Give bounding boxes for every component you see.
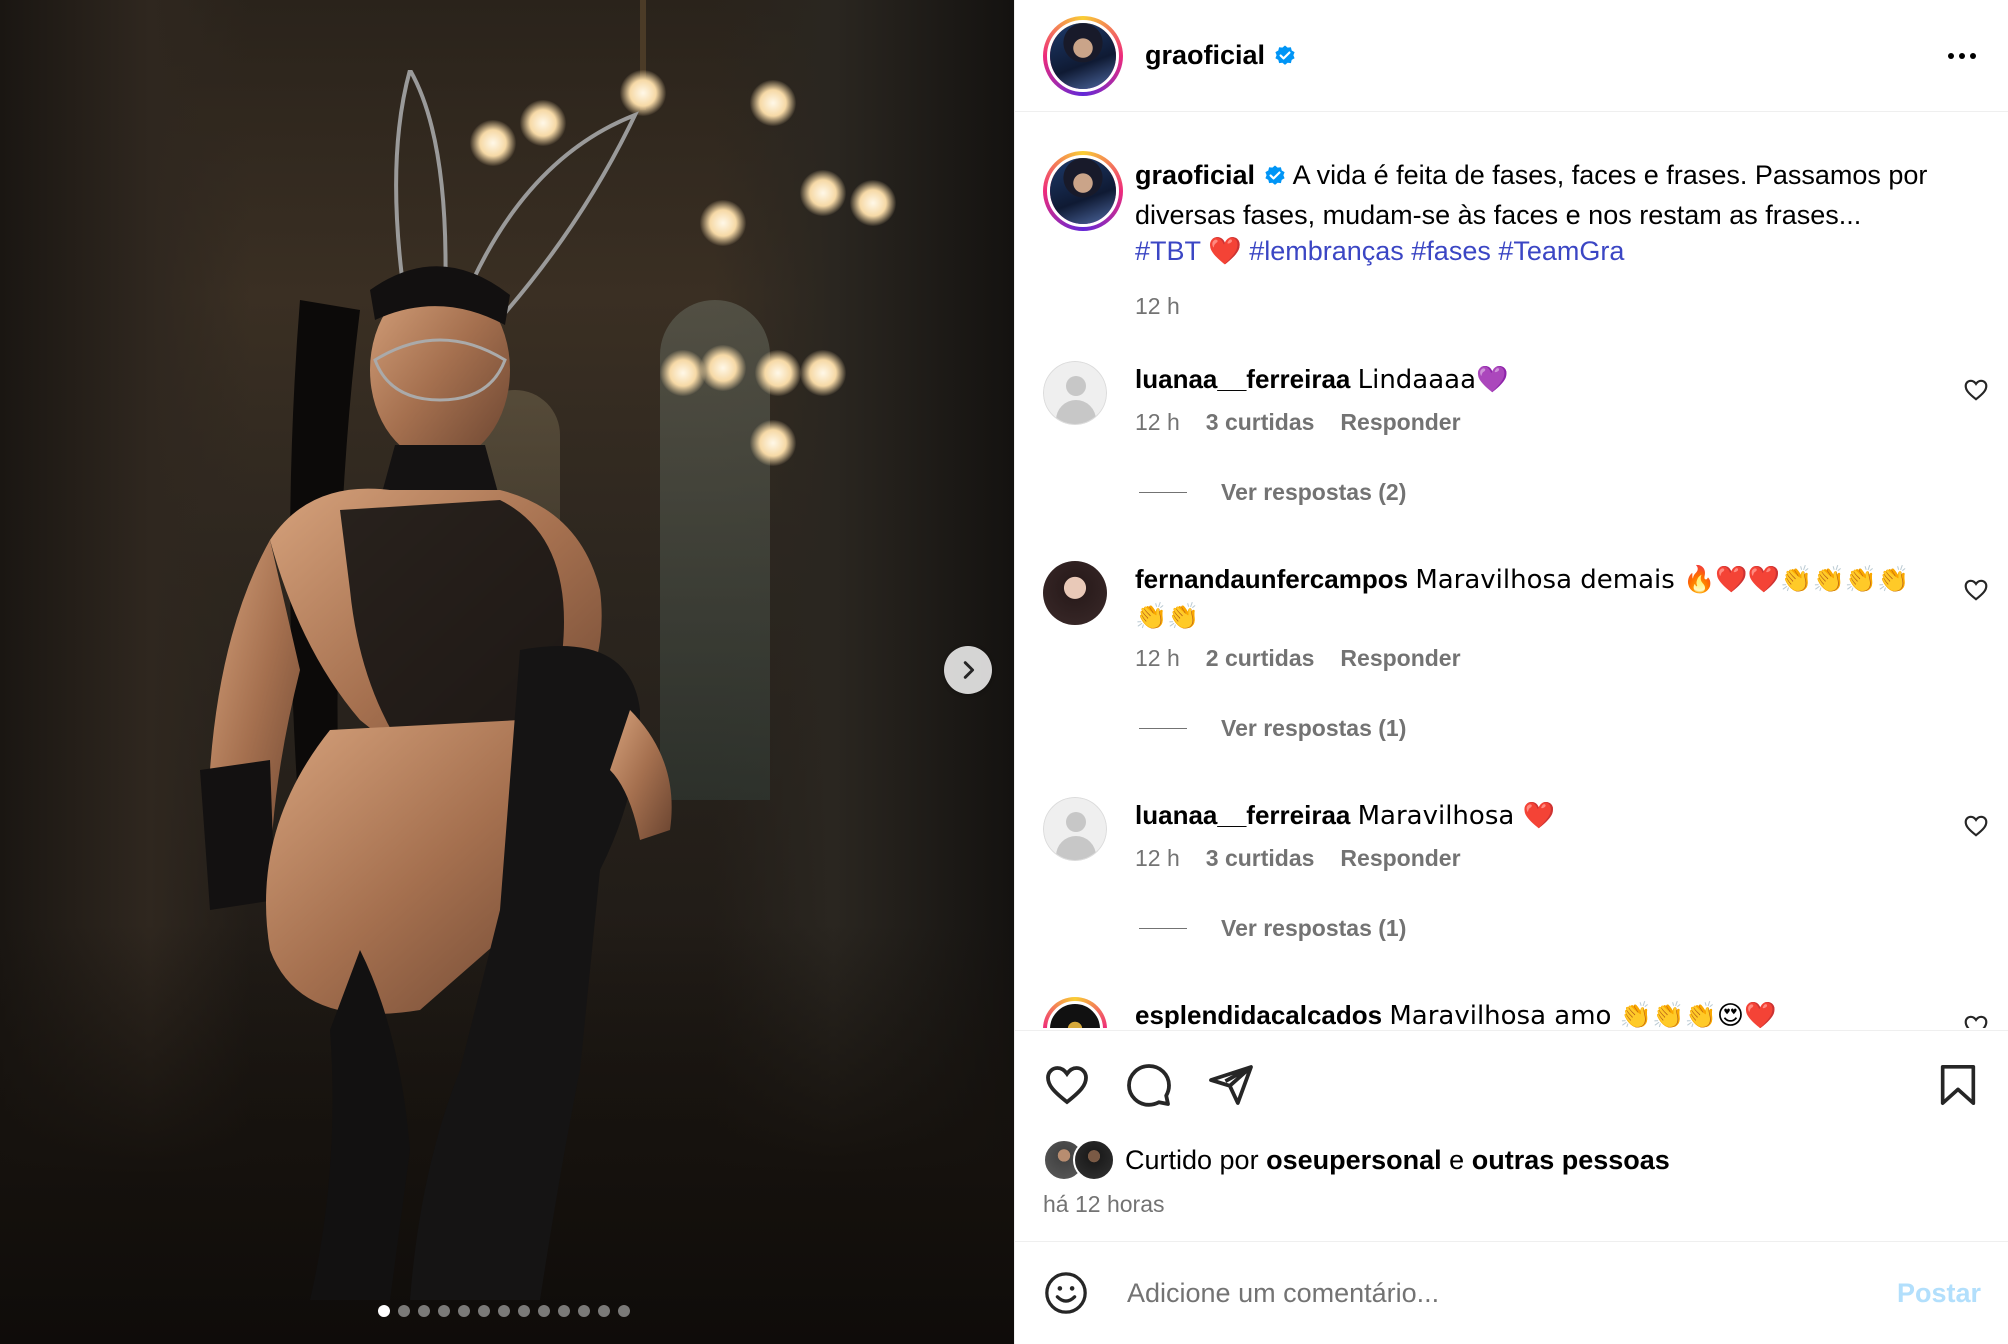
carousel-dot[interactable] [558,1305,570,1317]
carousel-dot[interactable] [458,1305,470,1317]
comment-icon[interactable] [1125,1061,1173,1109]
carousel-dot[interactable] [578,1305,590,1317]
hashtag-link[interactable]: #TBT [1135,236,1201,266]
view-replies-button[interactable]: Ver respostas (1) [1139,715,1406,742]
liker-username[interactable]: oseupersonal [1266,1145,1442,1176]
verified-badge-icon [1263,161,1287,197]
commenter-avatar[interactable] [1043,997,1107,1028]
caption-time: 12 h [1135,293,1180,319]
author-avatar[interactable] [1043,15,1123,96]
carousel-dot[interactable] [538,1305,550,1317]
carousel-dot[interactable] [518,1305,530,1317]
carousel-dot[interactable] [598,1305,610,1317]
carousel-dot[interactable] [498,1305,510,1317]
post-header: graoficial [1015,0,2008,112]
hashtag-link[interactable]: #fases [1411,236,1491,266]
carousel-dot[interactable] [398,1305,410,1317]
comment-time: 12 h [1135,645,1180,671]
hashtag-link[interactable]: #lembranças [1249,236,1404,266]
comment-time: 12 h [1135,409,1180,435]
hashtag-link[interactable]: #TeamGra [1498,236,1624,266]
carousel-dot[interactable] [478,1305,490,1317]
comment-username[interactable]: luanaa__ferreiraa [1135,800,1350,830]
comment-username[interactable]: luanaa__ferreiraa [1135,364,1350,394]
view-replies-button[interactable]: Ver respostas (1) [1139,915,1406,942]
comment-like-icon[interactable] [1963,813,1989,844]
comment-username[interactable]: fernandaunfercampos [1135,564,1408,594]
post-media[interactable] [0,0,1014,1344]
comment-time: 12 h [1135,845,1180,871]
reply-button[interactable]: Responder [1340,645,1460,672]
comment-text: Lindaaaa💜 [1357,365,1509,395]
comment-text: Maravilhosa amo 👏👏👏😍❤️ [1389,1001,1777,1028]
bookmark-icon[interactable] [1935,1062,1981,1108]
comment-likes-count[interactable]: 3 curtidas [1206,409,1315,436]
action-bar [1015,1031,2008,1139]
commenter-avatar[interactable] [1043,561,1107,625]
share-icon[interactable] [1207,1061,1255,1109]
view-replies-button[interactable]: Ver respostas (2) [1139,479,1406,506]
add-comment-bar: Postar [1015,1241,2008,1344]
post-comment-button[interactable]: Postar [1897,1278,1981,1309]
reply-button[interactable]: Responder [1340,845,1460,872]
caption-hashtags: #TBT ❤️ #lembranças #fases #TeamGra [1135,236,1624,267]
comment-input[interactable] [1127,1277,1887,1309]
heart-emoji: ❤️ [1208,236,1242,267]
comment-text: Maravilhosa ❤️ [1357,801,1555,831]
comments-list: graoficial A vida é feita de fases, face… [1015,113,2008,1028]
carousel-dot[interactable] [418,1305,430,1317]
liker-avatars[interactable] [1043,1139,1119,1181]
emoji-icon[interactable] [1043,1270,1089,1316]
post-time: há 12 horas [1043,1191,1165,1217]
commenter-avatar[interactable] [1043,361,1107,425]
liked-by: Curtido por oseupersonal e outras pessoa… [1015,1139,2008,1181]
other-likers-link[interactable]: outras pessoas [1472,1145,1670,1176]
carousel-dot[interactable] [438,1305,450,1317]
model-photo-figure [200,70,672,1300]
author-username[interactable]: graoficial [1145,40,1297,71]
caption-avatar[interactable] [1043,151,1123,231]
post-actions-area: Curtido por oseupersonal e outras pessoa… [1015,1030,2008,1218]
carousel-dot[interactable] [618,1305,630,1317]
carousel-dots [378,1305,630,1317]
carousel-next-button[interactable] [944,646,992,694]
caption-username[interactable]: graoficial [1135,160,1255,190]
comment-likes-count[interactable]: 2 curtidas [1206,645,1315,672]
post-side-panel: graoficial graoficial A vida é feita de … [1014,0,2008,1344]
comment-like-icon[interactable] [1963,1013,1989,1028]
heart-icon[interactable] [1043,1061,1091,1109]
comment-likes-count[interactable]: 3 curtidas [1206,845,1315,872]
carousel-dot[interactable] [378,1305,390,1317]
comment-like-icon[interactable] [1963,377,1989,408]
instagram-post-view: graoficial graoficial A vida é feita de … [0,0,2008,1344]
chevron-right-icon [963,661,975,679]
verified-badge-icon [1273,44,1297,68]
comment-username[interactable]: esplendidacalcados [1135,1000,1382,1028]
commenter-avatar[interactable] [1043,797,1107,861]
reply-button[interactable]: Responder [1340,409,1460,436]
more-options-icon[interactable] [1942,43,1982,69]
comment-like-icon[interactable] [1963,577,1989,608]
